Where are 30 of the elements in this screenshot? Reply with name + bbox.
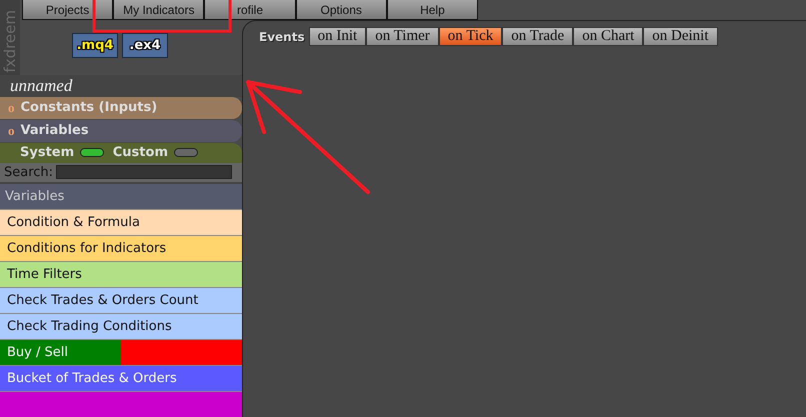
toggle-switch[interactable]	[80, 148, 104, 158]
toggle-label: System	[20, 144, 74, 162]
search-field[interactable]	[56, 165, 232, 180]
section-header[interactable]: o Variables	[0, 120, 242, 142]
event-tab[interactable]: on Init	[308, 27, 366, 46]
event-tab[interactable]: on Deinit	[643, 27, 718, 46]
toggle-label: Custom	[112, 144, 168, 162]
event-tab[interactable]: on Chart	[573, 27, 644, 46]
menu-item[interactable]: Projects	[22, 0, 114, 20]
palette-item[interactable]: Buy / Sell	[0, 339, 242, 365]
search-label: Search:	[4, 164, 54, 182]
event-tab[interactable]: on Timer	[366, 27, 439, 46]
palette-item[interactable]: Condition & Formula	[0, 209, 242, 235]
palette-header: Variables	[0, 184, 242, 209]
menu-item[interactable]: rofile	[204, 0, 296, 20]
palette-item[interactable]: Conditions for Indicators	[0, 235, 242, 261]
palette-item[interactable]: Bucket of Trades & Orders	[0, 365, 242, 391]
palette-item[interactable]: Check Trading Conditions	[0, 313, 242, 339]
event-tab[interactable]: on Trade	[502, 27, 574, 46]
event-tab[interactable]: on Tick	[438, 27, 502, 46]
export-button[interactable]: .ex4	[122, 33, 168, 58]
menu-item[interactable]: Help	[386, 0, 478, 20]
project-name: unnamed	[0, 75, 242, 97]
palette-item[interactable]: Time Filters	[0, 261, 242, 287]
menu-item[interactable]: Options	[296, 0, 387, 20]
palette-item[interactable]: Check Trades & Orders Count	[0, 287, 242, 313]
toggle-switch[interactable]	[174, 148, 198, 158]
menu-item[interactable]: My Indicators	[113, 0, 204, 20]
events-label: Events	[259, 28, 305, 46]
export-button[interactable]: .mq4	[72, 33, 118, 58]
